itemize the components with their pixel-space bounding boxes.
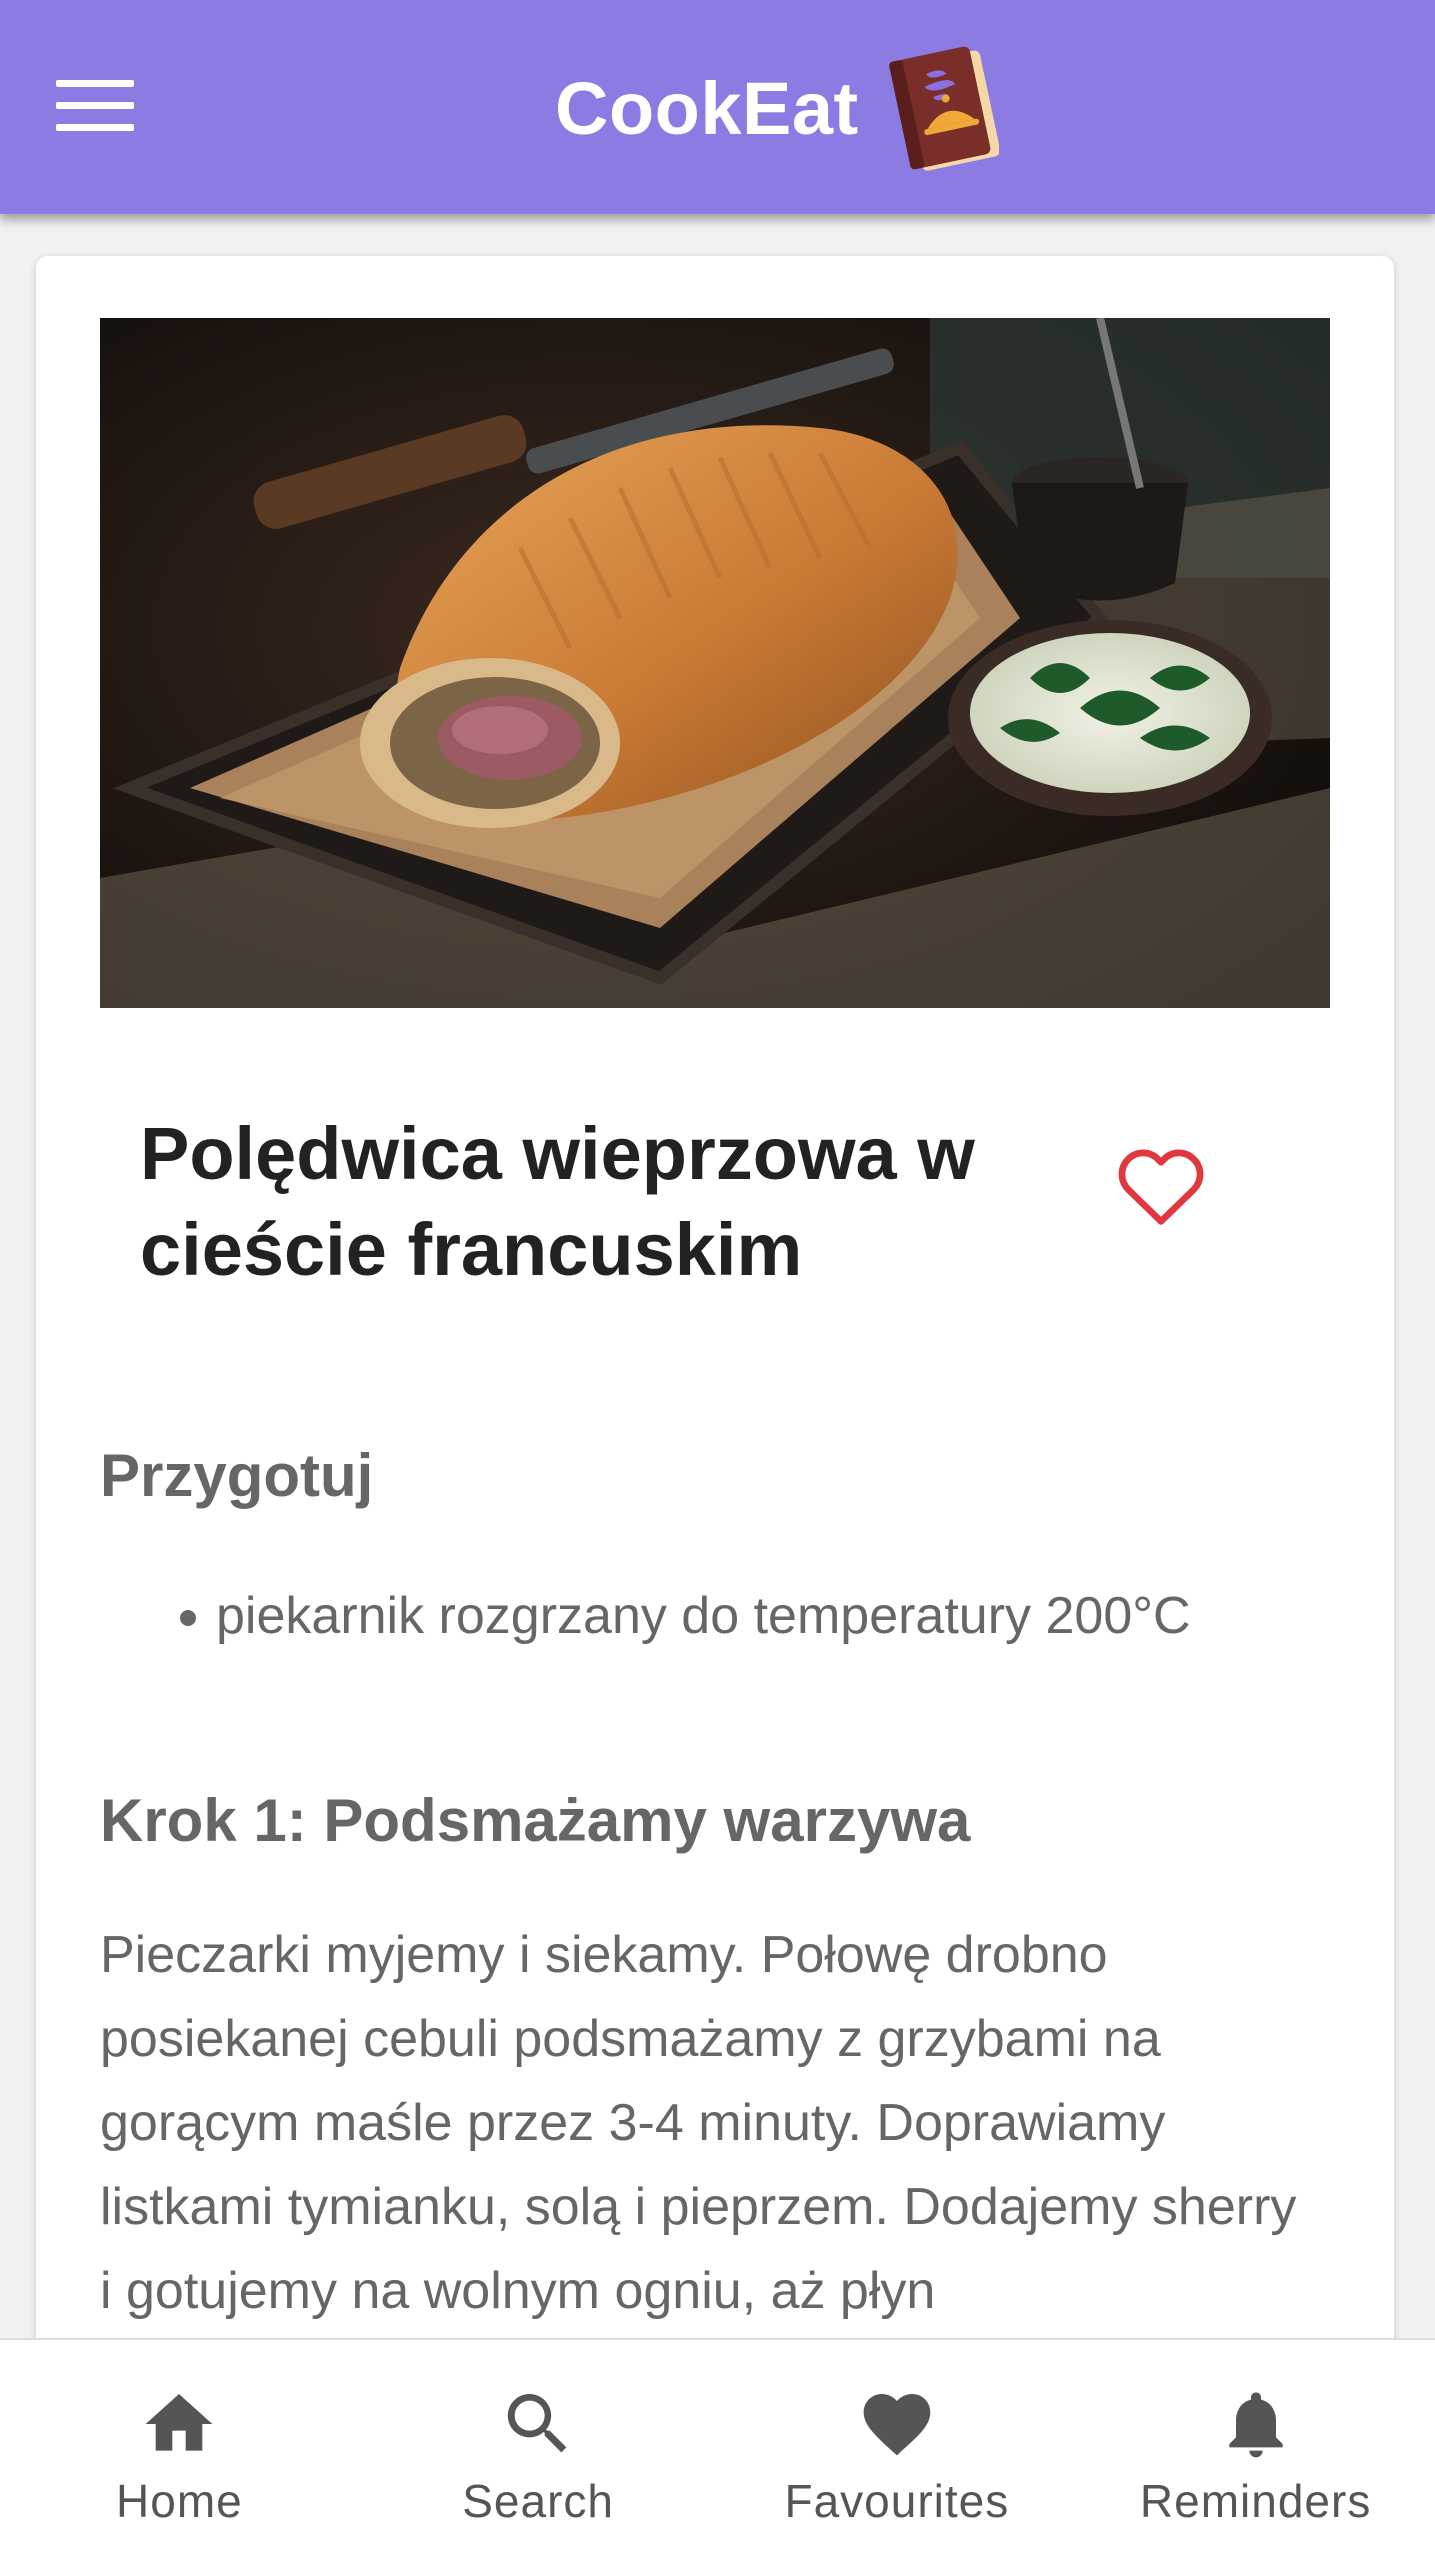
recipe-photo: [100, 318, 1330, 1008]
heart-icon: [857, 2384, 937, 2464]
nav-item-favourites[interactable]: Favourites: [718, 2340, 1077, 2567]
nav-item-search[interactable]: Search: [359, 2340, 718, 2567]
favourite-toggle-button[interactable]: [1106, 1136, 1216, 1236]
app-bar: CookEat: [0, 0, 1435, 214]
hamburger-icon-line: [56, 79, 134, 87]
prepare-list-item: piekarnik rozgrzany do temperatury 200°C: [180, 1586, 1191, 1646]
prepare-item-text: piekarnik rozgrzany do temperatury 200°C: [216, 1587, 1191, 1645]
nav-item-home[interactable]: Home: [0, 2340, 359, 2567]
nav-item-reminders[interactable]: Reminders: [1076, 2340, 1435, 2567]
heart-outline-icon: [1118, 1149, 1204, 1225]
search-icon: [498, 2384, 578, 2464]
nav-label-favourites: Favourites: [784, 2475, 1010, 2527]
nav-label-search: Search: [462, 2475, 614, 2527]
cookbook-logo-icon: [888, 46, 999, 171]
home-icon: [139, 2384, 219, 2464]
step-text: Pieczarki myjemy i siekamy. Połowę drobn…: [100, 1926, 1297, 2320]
prepare-heading: Przygotuj: [100, 1442, 374, 1509]
recipe-card: Polędwica wieprzowa w cieście francuskim…: [36, 256, 1394, 2567]
menu-button[interactable]: [44, 60, 144, 150]
nav-label-reminders: Reminders: [1139, 2475, 1372, 2527]
recipe-title: Polędwica wieprzowa w cieście francuskim: [140, 1112, 975, 1291]
hamburger-icon-line: [56, 123, 134, 131]
step-heading: Krok 1: Podsmażamy warzywa: [100, 1787, 971, 1854]
nav-label-home: Home: [116, 2475, 243, 2527]
bullet-icon: [180, 1610, 196, 1626]
bell-icon: [1216, 2384, 1296, 2464]
app-title: CookEat: [555, 66, 859, 150]
recipe-photo-illustration: [100, 318, 1330, 1008]
brand: CookEat: [555, 38, 999, 178]
hamburger-icon-line: [56, 101, 134, 109]
prepare-list: piekarnik rozgrzany do temperatury 200°C: [180, 1586, 1191, 1646]
recipe-title-row: Polędwica wieprzowa w cieście francuskim: [140, 1106, 1290, 1346]
bottom-navigation: Home Search Favourites Reminders: [0, 2338, 1435, 2567]
